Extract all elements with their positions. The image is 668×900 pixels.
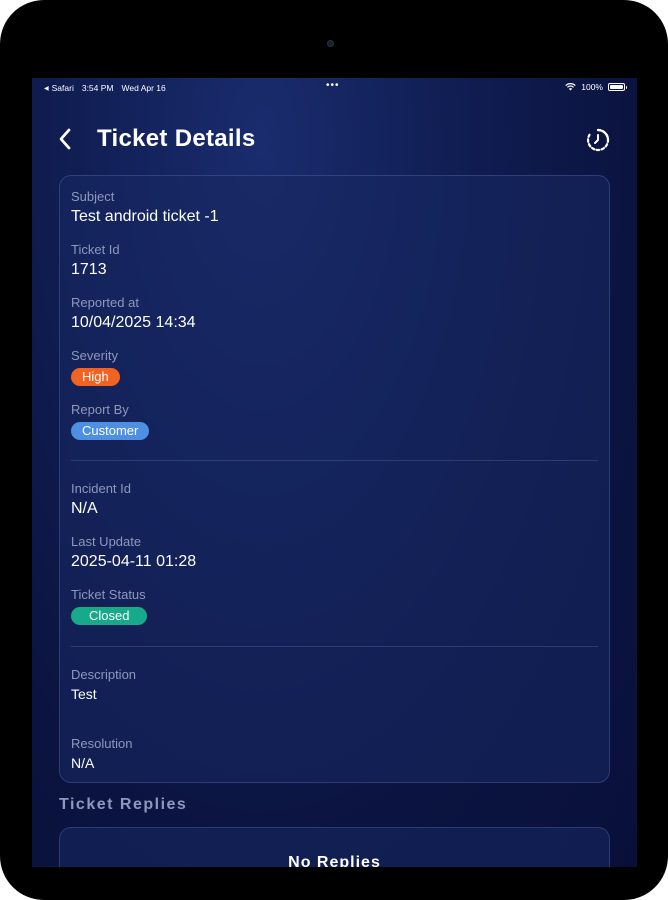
last-update-label: Last Update [71,534,142,549]
status-time: 3:54 PM [81,83,114,93]
history-icon [586,128,610,152]
back-to-app-label[interactable]: Safari [52,83,74,93]
divider [71,646,598,647]
subject-value: Test android ticket -1 [71,208,219,225]
divider [71,460,598,461]
description-label: Description [71,667,137,682]
ticket-status-field: Ticket Status Closed [71,587,148,625]
ticket-id-value: 1713 [71,261,107,278]
subject-label: Subject [71,189,115,204]
history-button[interactable] [585,127,611,153]
front-camera [327,40,334,47]
last-update-field: Last Update 2025-04-11 01:28 [71,534,196,572]
ticket-replies-card: No Replies [59,827,610,867]
resolution-label: Resolution [71,736,133,751]
report-by-label: Report By [71,402,129,417]
chevron-left-icon [59,128,71,150]
reported-at-value: 10/04/2025 14:34 [71,314,196,331]
ticket-status-label: Ticket Status [71,587,146,602]
no-replies-text: No Replies [288,854,381,867]
back-to-app-icon[interactable]: ◀ [44,85,49,92]
severity-field: Severity High [71,348,120,386]
report-by-field: Report By Customer [71,402,150,440]
report-by-badge: Customer [71,422,150,440]
status-date: Wed Apr 16 [121,83,166,93]
multitasking-dots[interactable]: ••• [326,81,340,91]
tablet-frame: ◀ Safari 3:54 PM Wed Apr 16 ••• 100% Tic… [0,0,668,900]
page-title: Ticket Details [97,125,256,152]
resolution-value: N/A [71,755,95,771]
severity-badge: High [71,368,120,386]
back-button[interactable] [54,126,76,152]
status-bar-left: ◀ Safari 3:54 PM Wed Apr 16 [44,83,166,93]
status-bar-right: 100% [565,82,627,92]
wifi-icon [565,83,576,91]
app-screen: ◀ Safari 3:54 PM Wed Apr 16 ••• 100% Tic… [32,78,637,867]
severity-label: Severity [71,348,118,363]
subject-field: Subject Test android ticket -1 [71,189,219,227]
reported-at-label: Reported at [71,295,139,310]
ticket-id-label: Ticket Id [71,242,120,257]
description-field: Description Test [71,667,136,703]
reported-at-field: Reported at 10/04/2025 14:34 [71,295,196,333]
incident-id-label: Incident Id [71,481,131,496]
ticket-status-badge: Closed [71,607,148,625]
incident-id-value: N/A [71,500,98,517]
incident-id-field: Incident Id N/A [71,481,131,519]
battery-percent: 100% [581,82,603,92]
battery-icon [608,83,627,91]
ticket-replies-heading: Ticket Replies [59,796,188,813]
status-bar: ◀ Safari 3:54 PM Wed Apr 16 ••• 100% [32,78,637,98]
resolution-field: Resolution N/A [71,736,132,772]
ticket-details-card: Subject Test android ticket -1 Ticket Id… [59,175,610,783]
ticket-id-field: Ticket Id 1713 [71,242,120,280]
last-update-value: 2025-04-11 01:28 [71,553,197,570]
description-value: Test [71,686,97,702]
